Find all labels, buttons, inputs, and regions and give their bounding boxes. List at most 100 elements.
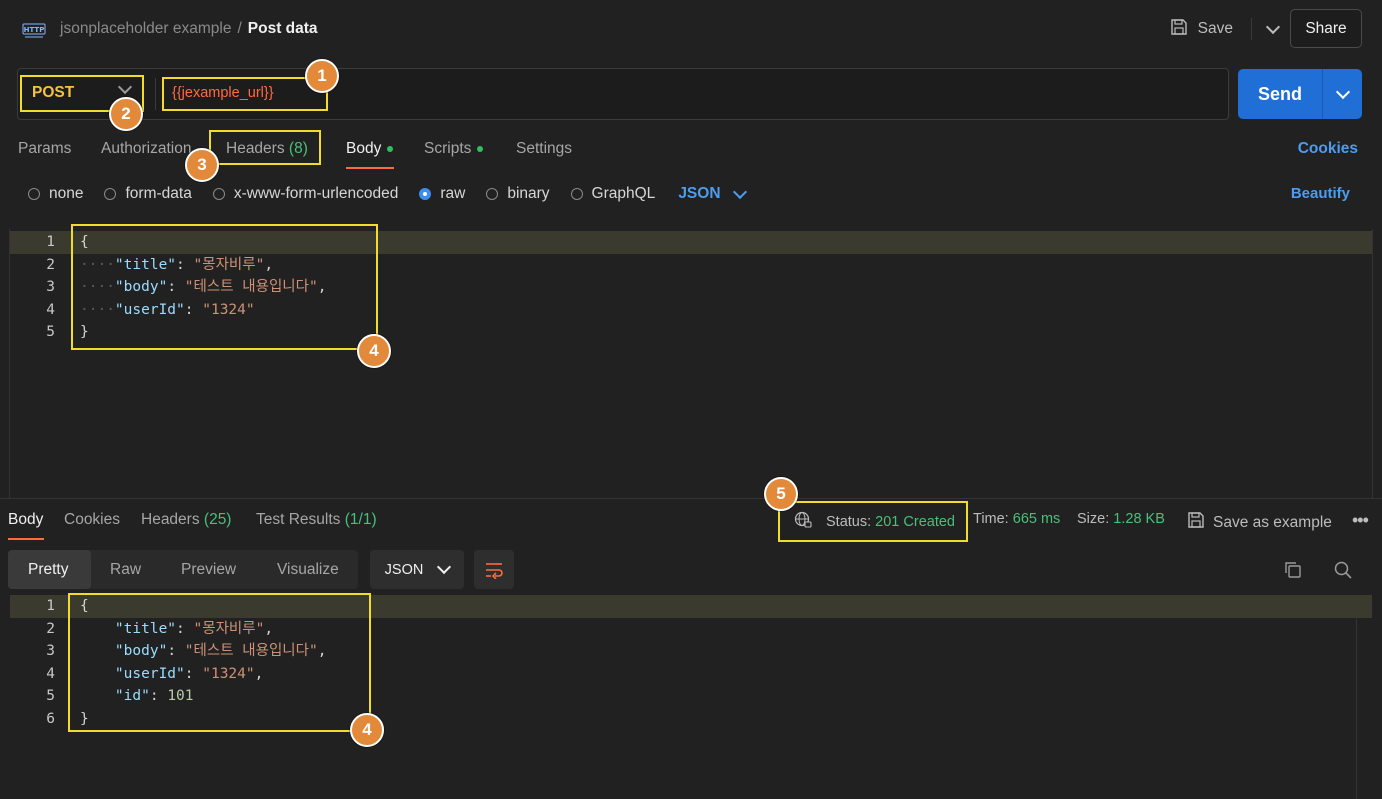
view-tab-preview[interactable]: Preview bbox=[181, 561, 236, 579]
response-time[interactable]: Time: 665 ms bbox=[973, 511, 1060, 527]
line-number: 2 bbox=[46, 256, 55, 273]
save-as-example-button[interactable]: Save as example bbox=[1187, 511, 1332, 534]
time-value: 665 ms bbox=[1012, 511, 1061, 527]
active-tab-indicator bbox=[346, 167, 394, 169]
body-type-selector: none form-data x-www-form-urlencoded raw… bbox=[28, 184, 747, 203]
radio-icon bbox=[104, 188, 117, 200]
tab-authorization[interactable]: Authorization bbox=[101, 140, 191, 158]
radio-icon bbox=[570, 188, 583, 200]
copy-icon[interactable] bbox=[1283, 560, 1303, 584]
active-tab-indicator bbox=[8, 538, 44, 540]
modified-dot-icon bbox=[477, 145, 484, 152]
modified-dot-icon bbox=[387, 145, 394, 152]
response-format-select[interactable]: JSON bbox=[370, 550, 464, 589]
annotation-badge-5: 5 bbox=[764, 477, 798, 511]
response-tab-headers[interactable]: Headers (25) bbox=[141, 511, 231, 529]
response-tab-headers-label: Headers bbox=[141, 511, 200, 528]
response-divider[interactable] bbox=[0, 498, 1382, 499]
annotation-badge-1: 1 bbox=[305, 59, 339, 93]
beautify-button[interactable]: Beautify bbox=[1291, 185, 1350, 202]
save-as-example-label: Save as example bbox=[1213, 513, 1332, 531]
save-button[interactable]: Save bbox=[1198, 20, 1233, 38]
time-label: Time: bbox=[973, 511, 1009, 527]
chevron-down-icon bbox=[437, 559, 452, 575]
radio-urlencoded-label: x-www-form-urlencoded bbox=[233, 185, 399, 202]
radio-form-data[interactable]: form-data bbox=[104, 185, 192, 203]
radio-selected-icon bbox=[419, 188, 432, 200]
annotation-box-headers bbox=[209, 130, 321, 165]
tab-body[interactable]: Body bbox=[346, 140, 394, 158]
line-number: 1 bbox=[46, 234, 55, 250]
breadcrumb-separator: / bbox=[237, 20, 242, 37]
view-tab-visualize[interactable]: Visualize bbox=[277, 561, 339, 579]
view-tab-pretty[interactable]: Pretty bbox=[28, 561, 68, 579]
breadcrumb-collection[interactable]: jsonplaceholder example bbox=[60, 20, 231, 37]
tab-body-label: Body bbox=[346, 140, 382, 157]
line-number: 4 bbox=[46, 301, 55, 318]
http-icon: HTTP bbox=[22, 19, 46, 41]
radio-none-label: none bbox=[49, 185, 84, 202]
line-number: 1 bbox=[46, 598, 55, 614]
save-icon bbox=[1187, 511, 1205, 534]
annotation-box-response-body bbox=[68, 593, 371, 732]
radio-graphql-label: GraphQL bbox=[591, 185, 656, 202]
wrap-lines-icon[interactable] bbox=[474, 550, 514, 589]
size-label: Size: bbox=[1077, 511, 1110, 527]
annotation-badge-4: 4 bbox=[350, 713, 384, 747]
breadcrumb: jsonplaceholder example / Post data bbox=[60, 20, 318, 38]
save-icon[interactable] bbox=[1170, 18, 1188, 41]
tab-scripts[interactable]: Scripts bbox=[424, 140, 484, 158]
annotation-box-status bbox=[778, 501, 968, 542]
save-dropdown-icon[interactable] bbox=[1265, 19, 1281, 34]
response-size[interactable]: Size: 1.28 KB bbox=[1077, 511, 1165, 527]
response-tab-headers-count: (25) bbox=[203, 511, 232, 528]
tab-params[interactable]: Params bbox=[18, 140, 71, 158]
radio-none[interactable]: none bbox=[28, 185, 83, 203]
response-tab-tests[interactable]: Test Results (1/1) bbox=[256, 511, 377, 529]
cookies-link[interactable]: Cookies bbox=[1298, 140, 1358, 158]
method-url-divider bbox=[155, 78, 156, 110]
radio-urlencoded[interactable]: x-www-form-urlencoded bbox=[212, 185, 399, 203]
annotation-box-request-body bbox=[71, 224, 378, 350]
radio-graphql[interactable]: GraphQL bbox=[570, 185, 656, 203]
annotation-box-url bbox=[162, 77, 328, 111]
raw-format-label: JSON bbox=[678, 185, 721, 202]
response-tab-tests-label: Test Results bbox=[256, 511, 341, 528]
response-tab-cookies[interactable]: Cookies bbox=[64, 511, 120, 529]
send-dropdown-icon[interactable] bbox=[1323, 69, 1362, 119]
editor-scrollbar[interactable] bbox=[1372, 229, 1373, 499]
annotation-badge-3: 3 bbox=[185, 148, 219, 182]
radio-raw[interactable]: raw bbox=[419, 185, 465, 203]
tab-scripts-label: Scripts bbox=[424, 140, 472, 157]
size-value: 1.28 KB bbox=[1113, 511, 1165, 527]
line-number: 5 bbox=[46, 324, 55, 341]
line-number: 4 bbox=[46, 665, 55, 682]
radio-icon bbox=[486, 188, 499, 200]
response-tab-tests-count: (1/1) bbox=[344, 511, 377, 528]
radio-binary-label: binary bbox=[507, 185, 550, 202]
radio-raw-label: raw bbox=[440, 185, 466, 202]
line-number: 3 bbox=[46, 279, 55, 296]
line-number: 5 bbox=[46, 688, 55, 705]
more-options-icon[interactable]: ••• bbox=[1352, 510, 1369, 531]
tab-settings[interactable]: Settings bbox=[516, 140, 572, 158]
radio-icon bbox=[212, 188, 225, 200]
share-button[interactable]: Share bbox=[1290, 9, 1362, 48]
line-number: 2 bbox=[46, 620, 55, 637]
breadcrumb-request-name[interactable]: Post data bbox=[248, 20, 318, 37]
line-number: 6 bbox=[46, 710, 55, 727]
view-tab-raw[interactable]: Raw bbox=[110, 561, 141, 579]
response-tab-body[interactable]: Body bbox=[8, 511, 43, 529]
radio-binary[interactable]: binary bbox=[486, 185, 550, 203]
raw-format-select[interactable]: JSON bbox=[678, 184, 747, 203]
svg-text:HTTP: HTTP bbox=[24, 26, 45, 34]
chevron-down-icon bbox=[732, 184, 747, 199]
annotation-badge-4: 4 bbox=[357, 334, 391, 368]
send-button[interactable]: Send bbox=[1238, 69, 1322, 119]
radio-icon bbox=[28, 188, 40, 200]
save-button-group: Save bbox=[1170, 16, 1281, 42]
radio-form-data-label: form-data bbox=[125, 185, 192, 202]
search-icon[interactable] bbox=[1333, 560, 1353, 584]
response-format-label: JSON bbox=[384, 561, 424, 578]
save-divider bbox=[1251, 18, 1252, 40]
